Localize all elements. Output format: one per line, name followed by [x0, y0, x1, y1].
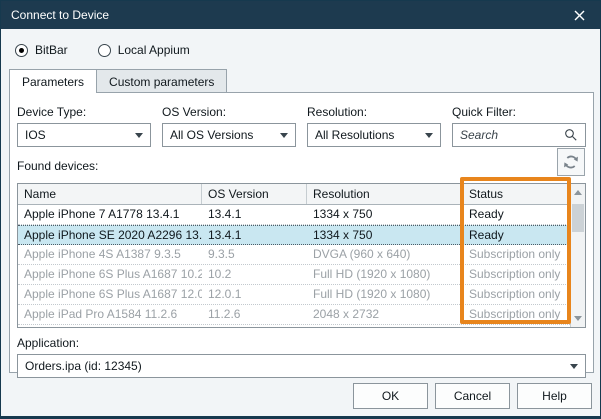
parameters-panel: Device Type: IOS OS Version: All OS Vers…	[9, 92, 594, 373]
scroll-down-icon[interactable]	[571, 311, 585, 326]
cell-status: Ready	[463, 205, 570, 224]
refresh-devices-button[interactable]	[557, 148, 585, 176]
device-type-filter: Device Type: IOS	[17, 105, 151, 147]
backend-radio-group: BitBar Local Appium	[15, 37, 190, 63]
cell-resolution: Full HD (1920 x 1080)	[307, 285, 463, 304]
tab-custom-parameters[interactable]: Custom parameters	[96, 69, 227, 93]
application-value: Orders.ipa (id: 12345)	[25, 359, 570, 373]
cell-os-version: 9.3.5	[202, 245, 307, 264]
radio-bitbar-label: BitBar	[35, 43, 68, 57]
resolution-dropdown[interactable]: All Resolutions	[307, 123, 441, 147]
title-bar: Connect to Device	[1, 1, 600, 29]
radio-local-appium[interactable]: Local Appium	[98, 43, 190, 57]
radio-circle-icon	[15, 44, 28, 57]
cell-name: Apple iPad Pro A1584 11.2.6	[18, 305, 202, 324]
cell-resolution: Full HD (1920 x 1080)	[307, 265, 463, 284]
column-header-name[interactable]: Name	[18, 184, 202, 204]
table-row[interactable]: Apple iPhone SE 2020 A2296 13.4.1 13.4.1…	[18, 225, 570, 245]
device-table: Name OS Version Resolution Status Apple …	[17, 183, 586, 328]
chevron-down-icon	[570, 364, 578, 369]
chevron-down-icon	[280, 133, 288, 138]
cell-resolution: 2048 x 2732	[307, 305, 463, 324]
radio-bitbar[interactable]: BitBar	[15, 43, 68, 57]
tab-parameters[interactable]: Parameters	[9, 69, 97, 93]
cell-os-version: 11.2.6	[202, 305, 307, 324]
radio-local-appium-label: Local Appium	[118, 43, 190, 57]
cell-name: Apple iPhone SE 2020 A2296 13.4.1	[18, 226, 202, 244]
radio-circle-icon	[98, 44, 111, 57]
cell-name: Apple iPhone 7 A1778 13.4.1	[18, 205, 202, 224]
refresh-icon	[563, 154, 579, 170]
button-row: OK Cancel Help	[353, 383, 592, 409]
help-button[interactable]: Help	[517, 383, 592, 409]
device-table-header: Name OS Version Resolution Status	[18, 184, 570, 205]
search-input[interactable]	[460, 128, 564, 142]
table-row[interactable]: Apple iPhone 6S Plus A1687 10.2 10.2 Ful…	[18, 265, 570, 285]
dialog-title: Connect to Device	[11, 8, 568, 22]
cell-status: Subscription only	[463, 265, 570, 284]
found-devices-label: Found devices:	[17, 159, 586, 174]
connect-to-device-dialog: Connect to Device BitBar Local Appium Pa…	[0, 0, 601, 419]
tab-custom-parameters-label: Custom parameters	[109, 75, 214, 89]
cell-resolution: 1334 x 750	[307, 226, 463, 244]
table-row[interactable]: Apple iPhone XR A1984 12.1.2 12.1.2 1792…	[18, 325, 570, 328]
device-type-label: Device Type:	[17, 105, 151, 119]
tab-parameters-label: Parameters	[22, 75, 84, 89]
cell-name: Apple iPhone 6S Plus A1687 10.2	[18, 265, 202, 284]
cell-os-version: 12.1.2	[202, 325, 307, 328]
application-dropdown[interactable]: Orders.ipa (id: 12345)	[17, 354, 586, 378]
column-header-status[interactable]: Status	[463, 184, 570, 204]
cell-name: Apple iPhone 4S A1387 9.3.5	[18, 245, 202, 264]
quick-filter-box	[452, 123, 586, 147]
cell-os-version: 10.2	[202, 265, 307, 284]
cell-name: Apple iPhone 6S Plus A1687 12.0.1	[18, 285, 202, 304]
cell-status: Subscription only	[463, 305, 570, 324]
quick-filter: Quick Filter:	[452, 105, 586, 147]
os-version-filter: OS Version: All OS Versions	[162, 105, 296, 147]
chevron-down-icon	[135, 133, 143, 138]
table-scrollbar[interactable]	[570, 184, 585, 327]
scroll-up-icon[interactable]	[571, 185, 585, 200]
cell-status: Subscription only	[463, 285, 570, 304]
ok-button[interactable]: OK	[353, 383, 428, 409]
tab-strip: Parameters Custom parameters	[9, 69, 226, 93]
search-icon	[564, 128, 578, 142]
quick-filter-label: Quick Filter:	[452, 105, 586, 119]
cell-resolution: 1792 x 828	[307, 325, 463, 328]
cell-os-version: 13.4.1	[202, 205, 307, 224]
os-version-dropdown[interactable]: All OS Versions	[162, 123, 296, 147]
os-version-value: All OS Versions	[170, 128, 280, 142]
application-label: Application:	[17, 336, 586, 350]
cell-status: Subscription only	[463, 245, 570, 264]
cell-os-version: 13.4.1	[202, 226, 307, 244]
close-button[interactable]	[568, 4, 590, 26]
table-row[interactable]: Apple iPhone 7 A1778 13.4.1 13.4.1 1334 …	[18, 205, 570, 225]
filter-row: Device Type: IOS OS Version: All OS Vers…	[17, 105, 586, 147]
table-row[interactable]: Apple iPhone 6S Plus A1687 12.0.1 12.0.1…	[18, 285, 570, 305]
device-table-body: Apple iPhone 7 A1778 13.4.1 13.4.1 1334 …	[18, 205, 570, 328]
column-header-resolution[interactable]: Resolution	[307, 184, 463, 204]
resolution-label: Resolution:	[307, 105, 441, 119]
cell-status: Subscription only	[463, 325, 570, 328]
cell-resolution: DVGA (960 x 640)	[307, 245, 463, 264]
resolution-value: All Resolutions	[315, 128, 425, 142]
close-icon	[573, 9, 586, 22]
resolution-filter: Resolution: All Resolutions	[307, 105, 441, 147]
cell-name: Apple iPhone XR A1984 12.1.2	[18, 325, 202, 328]
scrollbar-thumb[interactable]	[572, 204, 584, 232]
chevron-down-icon	[425, 133, 433, 138]
cell-status: Ready	[463, 226, 570, 244]
device-type-value: IOS	[25, 128, 135, 142]
os-version-label: OS Version:	[162, 105, 296, 119]
cancel-button[interactable]: Cancel	[435, 383, 510, 409]
cell-resolution: 1334 x 750	[307, 205, 463, 224]
device-type-dropdown[interactable]: IOS	[17, 123, 151, 147]
cell-os-version: 12.0.1	[202, 285, 307, 304]
table-row[interactable]: Apple iPhone 4S A1387 9.3.5 9.3.5 DVGA (…	[18, 245, 570, 265]
column-header-os-version[interactable]: OS Version	[202, 184, 307, 204]
table-row[interactable]: Apple iPad Pro A1584 11.2.6 11.2.6 2048 …	[18, 305, 570, 325]
